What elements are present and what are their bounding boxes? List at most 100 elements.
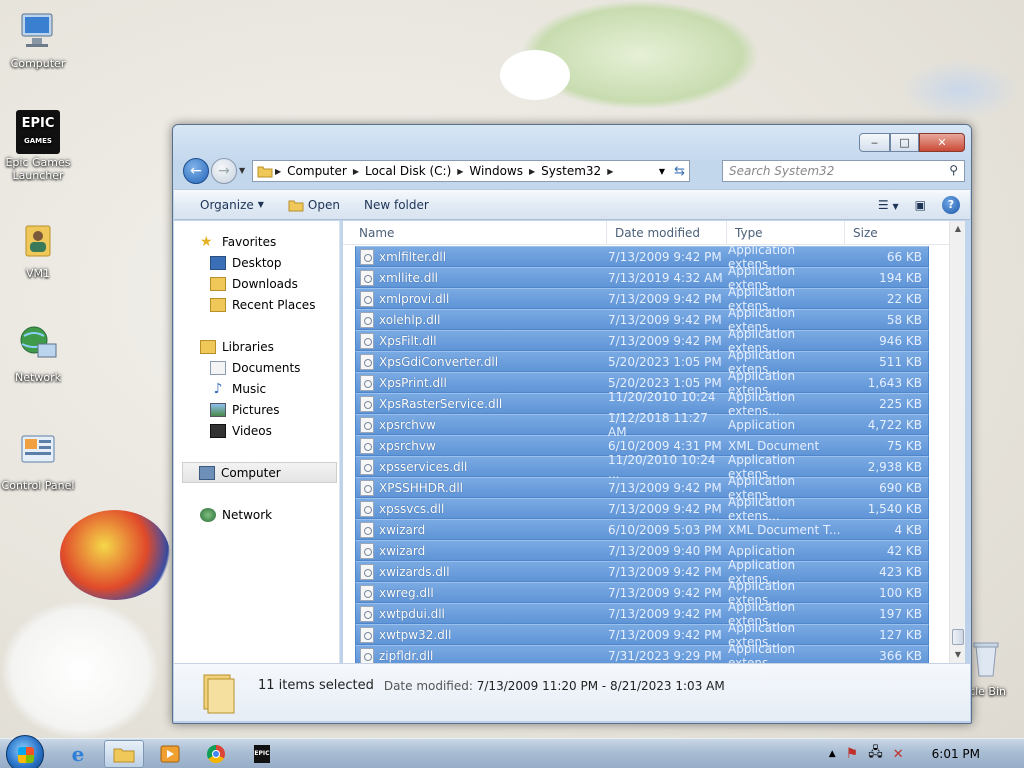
column-header-date[interactable]: Date modified xyxy=(607,221,727,244)
network-icon xyxy=(200,507,216,522)
file-icon xyxy=(360,437,374,454)
nav-videos[interactable]: Videos xyxy=(174,420,339,441)
recent-pages-dropdown[interactable]: ▼ xyxy=(239,166,245,175)
table-row[interactable]: xwizard 6/10/2009 5:03 PM XML Document T..… xyxy=(355,519,929,540)
taskbar-internet-explorer[interactable]: e xyxy=(58,740,98,768)
file-name-cell: xwizard xyxy=(356,542,608,559)
refresh-icon[interactable]: ⇆ xyxy=(674,164,685,179)
column-header-size[interactable]: Size xyxy=(845,221,925,244)
nav-network[interactable]: Network xyxy=(174,504,339,525)
taskbar-chrome[interactable] xyxy=(196,740,236,768)
explorer-window[interactable]: ‒ □ ✕ ← → ▼ ▶ Computer ▶ Local Disk (C:)… xyxy=(172,124,972,724)
forward-button[interactable]: → xyxy=(211,158,237,184)
file-name-cell: xpsservices.dll xyxy=(356,458,608,475)
back-button[interactable]: ← xyxy=(183,158,209,184)
scroll-down-icon[interactable]: ▼ xyxy=(950,647,966,663)
scroll-thumb[interactable] xyxy=(952,629,964,645)
file-name-cell: xwizards.dll xyxy=(356,563,608,580)
show-hidden-icons-icon[interactable]: ▲ xyxy=(829,749,836,759)
file-date: 6/10/2009 5:03 PM xyxy=(608,522,722,537)
nav-favorites[interactable]: ★ Favorites xyxy=(174,231,339,252)
chevron-down-icon: ▼ xyxy=(239,166,246,175)
file-name-cell: xmlfilter.dll xyxy=(356,248,608,265)
search-icon[interactable]: ⚲ xyxy=(949,163,958,177)
desktop-icon-label: Computer xyxy=(10,57,66,70)
file-icon xyxy=(360,269,374,286)
desktop-icon-computer[interactable]: Computer xyxy=(0,8,76,70)
nav-recent-places[interactable]: Recent Places xyxy=(174,294,339,315)
close-button[interactable]: ✕ xyxy=(919,133,965,152)
file-name-cell: XpsFilt.dll xyxy=(356,332,608,349)
nav-music[interactable]: ♪ Music xyxy=(174,378,339,399)
file-icon xyxy=(360,521,374,538)
breadcrumb-windows[interactable]: Windows xyxy=(469,164,523,178)
search-input[interactable]: Search System32 ⚲ xyxy=(722,160,965,182)
file-name: xwtpdui.dll xyxy=(379,606,445,621)
file-icon xyxy=(360,647,374,663)
table-row[interactable]: xpsrchvw 1/12/2018 11:27 AM Application 4,7… xyxy=(355,411,929,439)
taskbar-windows-explorer[interactable] xyxy=(104,740,144,768)
file-size: 4 KB xyxy=(894,522,922,537)
address-bar[interactable]: ▶ Computer ▶ Local Disk (C:) ▶ Windows ▶… xyxy=(252,160,690,182)
file-name-cell: xpsrchvw xyxy=(356,437,608,454)
file-date: 5/20/2023 1:05 PM xyxy=(608,354,722,369)
nav-computer[interactable]: Computer xyxy=(182,462,337,483)
table-row[interactable]: zipfldr.dll 7/31/2023 9:29 PM Application … xyxy=(355,642,929,663)
folder-icon xyxy=(257,166,273,178)
nav-documents[interactable]: Documents xyxy=(174,357,339,378)
clock[interactable]: 6:01 PM xyxy=(932,747,980,761)
file-icon xyxy=(360,374,374,391)
start-button[interactable] xyxy=(6,735,44,768)
minimize-button[interactable]: ‒ xyxy=(859,133,890,152)
column-header-type[interactable]: Type xyxy=(727,221,845,244)
media-player-icon xyxy=(160,745,180,763)
help-icon: ? xyxy=(947,198,955,211)
column-header-name[interactable]: Name xyxy=(343,221,607,244)
breadcrumb-system32[interactable]: System32 xyxy=(541,164,601,178)
selection-date-range: Date modified: 7/13/2009 11:20 PM - 8/21… xyxy=(383,678,725,693)
desktop-icon-epic-games-launcher[interactable]: EPIC GAMES Epic Games Launcher xyxy=(0,110,76,182)
file-date: 7/13/2009 9:42 PM xyxy=(608,564,722,579)
nav-pictures[interactable]: Pictures xyxy=(174,399,339,420)
volume-muted-icon[interactable]: ✕ xyxy=(893,747,904,762)
file-name: xmlfilter.dll xyxy=(379,249,447,264)
open-button[interactable]: Open xyxy=(276,198,352,212)
file-name-cell: xolehlp.dll xyxy=(356,311,608,328)
desktop-icon-control-panel[interactable]: Control Panel xyxy=(0,430,76,492)
file-size: 197 KB xyxy=(879,606,922,621)
navigation-bar: ← → ▼ ▶ Computer ▶ Local Disk (C:) ▶ Win… xyxy=(181,157,965,185)
file-size: 225 KB xyxy=(879,396,922,411)
folder-icon xyxy=(113,748,135,763)
taskbar-media-player[interactable] xyxy=(150,740,190,768)
preview-pane-button[interactable]: ▣ xyxy=(915,198,926,212)
action-center-icon[interactable]: ⚑ xyxy=(846,746,859,762)
file-name: xpsservices.dll xyxy=(379,459,468,474)
file-size: 690 KB xyxy=(879,480,922,495)
scroll-up-icon[interactable]: ▲ xyxy=(950,221,966,237)
network-tray-icon[interactable]: 🖧 xyxy=(868,743,883,765)
file-name-cell: xmlprovi.dll xyxy=(356,290,608,307)
nav-desktop[interactable]: Desktop xyxy=(174,252,339,273)
computer-icon xyxy=(199,465,215,480)
breadcrumb-computer[interactable]: Computer xyxy=(287,164,347,178)
table-row[interactable]: xpssvcs.dll 7/13/2009 9:42 PM Application … xyxy=(355,495,929,523)
view-options-button[interactable]: ☰ ▼ xyxy=(878,198,899,212)
new-folder-button[interactable]: New folder xyxy=(352,198,441,212)
organize-button[interactable]: Organize ▼ xyxy=(174,198,276,212)
desktop-icon-vm1[interactable]: VM1 xyxy=(0,218,76,280)
taskbar-epic-games[interactable]: EPIC xyxy=(242,740,282,768)
breadcrumb-local-disk[interactable]: Local Disk (C:) xyxy=(365,164,451,178)
maximize-button[interactable]: □ xyxy=(890,133,919,152)
file-icon xyxy=(360,563,374,580)
file-size: 75 KB xyxy=(886,438,922,453)
window-controls: ‒ □ ✕ xyxy=(859,133,965,152)
nav-libraries[interactable]: Libraries xyxy=(174,336,339,357)
file-icon xyxy=(360,626,374,643)
file-name-cell: xwtpw32.dll xyxy=(356,626,608,643)
vertical-scrollbar[interactable]: ▲ ▼ xyxy=(949,221,965,663)
address-dropdown-icon[interactable]: ▼ xyxy=(659,167,665,176)
file-date: 1/12/2018 11:27 AM xyxy=(608,410,708,439)
nav-downloads[interactable]: Downloads xyxy=(174,273,339,294)
desktop-icon-network[interactable]: Network xyxy=(0,322,76,384)
help-button[interactable]: ? xyxy=(942,195,960,214)
